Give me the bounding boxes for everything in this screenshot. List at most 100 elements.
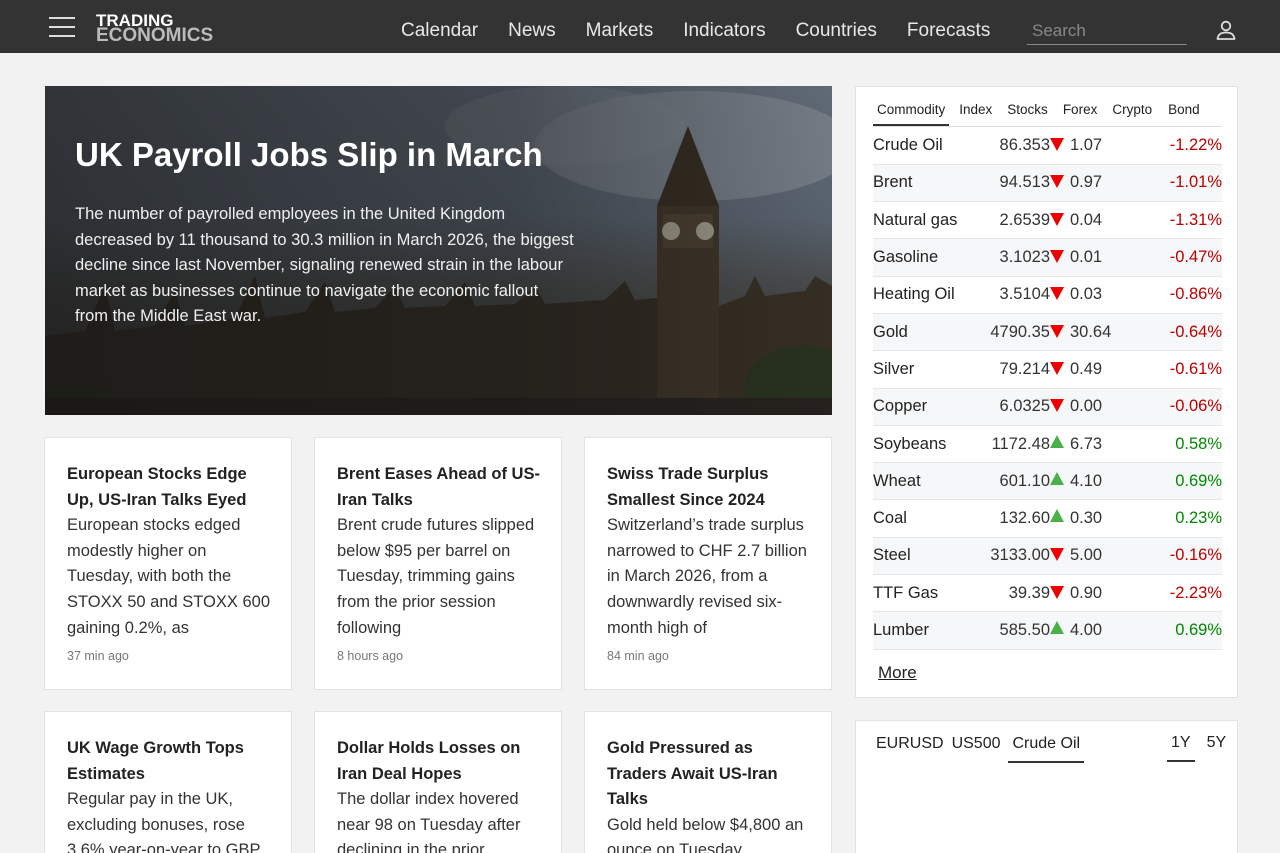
commodity-pct: 0.23% <box>1175 509 1222 528</box>
change-value: 0.01 <box>1070 248 1103 267</box>
tab-bond[interactable]: Bond <box>1168 87 1200 126</box>
news-card-title[interactable]: Gold Pressured as Traders Await US-Iran … <box>607 736 812 853</box>
news-card[interactable]: Gold Pressured as Traders Await US-Iran … <box>584 711 832 853</box>
chart-range-tabs: 1Y 5Y <box>1167 734 1238 762</box>
news-card-title[interactable]: European Stocks Edge Up, US-Iran Talks E… <box>67 462 272 641</box>
news-card[interactable]: Swiss Trade Surplus Smallest Since 2024 S… <box>584 437 832 690</box>
hero-title[interactable]: UK Payroll Jobs Slip in March <box>75 136 543 174</box>
commodity-name[interactable]: Natural gas <box>873 202 978 239</box>
commodity-row[interactable]: Soybeans 1172.48 6.73 0.58% <box>873 425 1222 463</box>
chart-widget: EURUSD US500 Crude Oil 1Y 5Y <box>855 720 1238 853</box>
chart-tab-crude-oil[interactable]: Crude Oil <box>1008 735 1085 763</box>
news-card-title[interactable]: Dollar Holds Losses on Iran Deal Hopes Th… <box>337 736 542 853</box>
commodity-row[interactable]: Gold 4790.35 30.64 -0.64% <box>873 313 1222 351</box>
commodity-row[interactable]: TTF Gas 39.39 0.90 -2.23% <box>873 575 1222 612</box>
commodity-change: 30.64 <box>1050 313 1138 350</box>
commodity-pct: 0.69% <box>1175 471 1222 490</box>
tab-crypto[interactable]: Crypto <box>1112 87 1152 126</box>
commodity-price: 601.10 <box>999 471 1050 490</box>
commodity-row[interactable]: Lumber 585.50 4.00 0.69% <box>873 611 1222 650</box>
news-card-title[interactable]: Swiss Trade Surplus Smallest Since 2024 S… <box>607 462 812 641</box>
commodity-price: 4790.35 <box>990 322 1050 341</box>
tab-commodity[interactable]: Commodity <box>873 87 950 126</box>
logo[interactable]: TRADING ECONOMICS <box>96 12 214 46</box>
commodity-price: 3.5104 <box>999 285 1050 304</box>
commodity-name[interactable]: Gold <box>873 313 978 350</box>
news-card[interactable]: UK Wage Growth Tops Estimates Regular pay… <box>44 711 292 853</box>
commodity-name[interactable]: Coal <box>873 500 978 537</box>
tab-index[interactable]: Index <box>959 87 992 126</box>
arrow-up-icon <box>1050 434 1064 448</box>
change-value: 5.00 <box>1070 546 1103 565</box>
news-card-title[interactable]: Brent Eases Ahead of US-Iran Talks Brent … <box>337 462 542 641</box>
nav-countries[interactable]: Countries <box>781 0 892 53</box>
news-card[interactable]: European Stocks Edge Up, US-Iran Talks E… <box>44 437 292 690</box>
news-card-headline[interactable]: UK Wage Growth Tops Estimates <box>67 739 244 783</box>
tab-forex[interactable]: Forex <box>1063 87 1098 126</box>
commodity-name[interactable]: TTF Gas <box>873 575 978 612</box>
arrow-down-icon <box>1050 361 1064 375</box>
tab-stocks[interactable]: Stocks <box>1007 87 1048 126</box>
news-card-headline[interactable]: Gold Pressured as Traders Await US-Iran … <box>607 739 778 808</box>
commodity-name[interactable]: Heating Oil <box>873 276 978 313</box>
news-card-headline[interactable]: European Stocks Edge Up, US-Iran Talks E… <box>67 465 247 509</box>
commodity-name[interactable]: Copper <box>873 388 978 425</box>
commodity-price: 39.39 <box>1008 583 1050 602</box>
commodity-row[interactable]: Gasoline 3.1023 0.01 -0.47% <box>873 238 1222 277</box>
news-card[interactable]: Brent Eases Ahead of US-Iran Talks Brent … <box>314 437 562 690</box>
commodity-change: 0.01 <box>1050 239 1138 276</box>
news-card[interactable]: Dollar Holds Losses on Iran Deal Hopes Th… <box>314 711 562 853</box>
change-value: 6.73 <box>1070 434 1103 453</box>
more-link[interactable]: More <box>878 663 917 683</box>
commodity-pct: -0.61% <box>1169 359 1222 378</box>
commodity-row[interactable]: Copper 6.0325 0.00 -0.06% <box>873 388 1222 426</box>
arrow-down-icon <box>1050 250 1064 264</box>
news-card-headline[interactable]: Dollar Holds Losses on Iran Deal Hopes <box>337 739 520 783</box>
arrow-down-icon <box>1050 175 1064 189</box>
logo-line2: ECONOMICS <box>96 25 214 46</box>
search-input[interactable] <box>1027 17 1187 45</box>
top-nav: TRADING ECONOMICS Calendar News Markets … <box>0 0 1280 53</box>
commodity-price: 132.60 <box>999 509 1050 528</box>
commodity-name[interactable]: Gasoline <box>873 239 978 276</box>
commodity-change: 0.00 <box>1050 388 1138 425</box>
commodity-row[interactable]: Silver 79.214 0.49 -0.61% <box>873 351 1222 389</box>
range-1y[interactable]: 1Y <box>1167 734 1195 762</box>
nav-indicators[interactable]: Indicators <box>668 0 780 53</box>
commodity-row[interactable]: Crude Oil 86.353 1.07 -1.22% <box>873 127 1222 165</box>
change-value: 0.00 <box>1070 397 1103 416</box>
hero-article[interactable]: UK Payroll Jobs Slip in March The number… <box>45 86 832 415</box>
commodity-row[interactable]: Coal 132.60 0.30 0.23% <box>873 500 1222 538</box>
commodity-row[interactable]: Steel 3133.00 5.00 -0.16% <box>873 537 1222 575</box>
commodity-row[interactable]: Brent 94.513 0.97 -1.01% <box>873 164 1222 202</box>
commodity-row[interactable]: Heating Oil 3.5104 0.03 -0.86% <box>873 276 1222 314</box>
commodity-price: 1172.48 <box>991 434 1050 453</box>
commodity-row[interactable]: Wheat 601.10 4.10 0.69% <box>873 462 1222 500</box>
nav-markets[interactable]: Markets <box>571 0 669 53</box>
menu-icon[interactable] <box>49 17 75 37</box>
arrow-up-icon <box>1050 621 1064 634</box>
arrow-down-icon <box>1050 287 1064 301</box>
commodity-name[interactable]: Wheat <box>873 463 978 500</box>
nav-news[interactable]: News <box>493 0 571 53</box>
news-card-desc: Switzerland’s trade surplus narrowed to … <box>607 516 807 637</box>
commodity-name[interactable]: Steel <box>873 537 978 574</box>
user-icon[interactable] <box>1214 18 1238 42</box>
nav-calendar[interactable]: Calendar <box>386 0 493 53</box>
commodity-name[interactable]: Soybeans <box>873 425 978 462</box>
chart-tab-eurusd[interactable]: EURUSD <box>876 735 944 763</box>
news-card-headline[interactable]: Swiss Trade Surplus Smallest Since 2024 <box>607 465 768 509</box>
commodity-name[interactable]: Silver <box>873 351 978 388</box>
range-5y[interactable]: 5Y <box>1203 734 1231 762</box>
commodity-pct: -1.31% <box>1169 210 1222 229</box>
commodity-name[interactable]: Lumber <box>873 612 978 649</box>
news-card-headline[interactable]: Brent Eases Ahead of US-Iran Talks <box>337 465 540 509</box>
commodity-row[interactable]: Natural gas 2.6539 0.04 -1.31% <box>873 202 1222 239</box>
commodity-name[interactable]: Crude Oil <box>873 127 978 164</box>
commodity-name[interactable]: Brent <box>873 164 978 201</box>
news-card-time: 37 min ago <box>67 649 129 663</box>
commodity-price: 79.214 <box>999 359 1050 378</box>
chart-tab-us500[interactable]: US500 <box>952 735 1001 763</box>
nav-forecasts[interactable]: Forecasts <box>892 0 1005 53</box>
news-card-title[interactable]: UK Wage Growth Tops Estimates Regular pay… <box>67 736 272 853</box>
